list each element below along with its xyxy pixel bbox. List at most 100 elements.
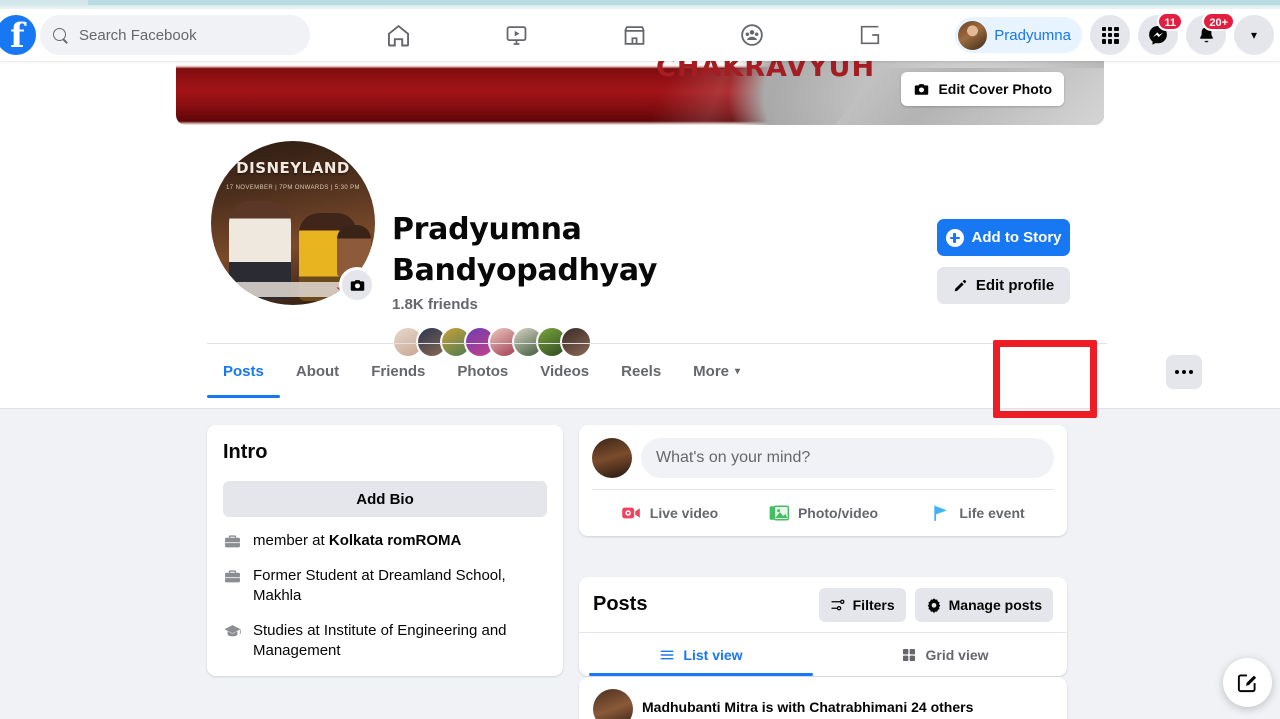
avatar[interactable] [593,689,633,719]
posts-title: Posts [593,593,648,615]
intro-card: Intro Add Bio member at Kolkata romROMA [207,425,563,676]
tab-reels[interactable]: Reels [605,345,677,398]
profile-picture[interactable]: DISNEYLAND 17 NOVEMBER | 7PM ONWARDS | 5… [207,137,379,309]
search-placeholder: Search Facebook [79,26,197,44]
tab-posts[interactable]: Posts [207,345,280,398]
messenger-badge: 11 [1157,12,1183,31]
menu-dots [1101,26,1119,44]
search-icon [52,27,69,44]
profile-tabs: Posts About Friends Photos Videos Reels … [207,343,1202,398]
filters-button[interactable]: Filters [818,587,906,622]
list-item: Former Student at Dreamland School, Makh… [223,566,547,606]
watch-icon[interactable] [494,15,540,55]
messenger-icon[interactable]: 11 [1138,12,1183,55]
tab-more[interactable]: More ▾ [677,345,756,398]
groups-icon[interactable] [729,15,775,55]
profile-identity: Pradyumna Bandyopadhyay 1.8K friends [392,209,658,358]
add-bio-label: Add Bio [356,490,414,508]
sliders-icon [830,599,845,610]
live-video-icon [621,507,640,519]
tab-label: Friends [371,363,426,380]
grid-icon [903,648,916,661]
account-name-label: Pradyumna [994,26,1071,44]
post-composer-card: What's on your mind? Live video Photo/vi… [579,425,1067,536]
live-video-label: Live video [649,505,719,521]
tab-videos[interactable]: Videos [524,345,605,398]
list-item-text: Studies at Institute of Engineering and … [253,621,547,661]
live-video-button[interactable]: Live video [592,502,746,524]
manage-posts-button[interactable]: Manage posts [914,587,1053,622]
photo-video-button[interactable]: Photo/video [746,502,900,524]
camera-icon [350,279,364,291]
list-item: Studies at Institute of Engineering and … [223,621,547,661]
composer-placeholder: What's on your mind? [656,449,811,466]
marketplace-icon[interactable] [612,15,658,55]
account-menu-caret-icon[interactable]: ▾ [1234,15,1274,55]
page-title: Pradyumna Bandyopadhyay [392,212,658,288]
add-to-story-button[interactable]: Add to Story [937,219,1070,256]
life-event-label: Life event [959,505,1025,521]
facebook-logo-icon[interactable] [0,15,36,55]
search-input[interactable]: Search Facebook [40,15,310,55]
ellipsis-icon [1189,370,1193,374]
gear-icon [927,597,940,613]
primary-nav-icons [340,15,929,55]
camera-icon [915,83,929,95]
profile-photo-subtitle: 17 NOVEMBER | 7PM ONWARDS | 5:30 PM [226,185,360,191]
topbar-right-controls: Pradyumna 11 20+ ▾ [955,12,1274,55]
tab-label: Photos [457,363,509,380]
manage-posts-label: Manage posts [948,596,1042,613]
tab-friends[interactable]: Friends [355,345,441,398]
list-item: member at Kolkata romROMA [223,531,547,551]
grid-view-label: Grid view [925,646,989,663]
notifications-icon[interactable]: 20+ [1186,12,1235,55]
photo-video-icon [769,505,790,521]
whats-on-your-mind-input[interactable]: What's on your mind? [641,438,1054,478]
ellipsis-icon [1175,370,1179,374]
filters-label: Filters [852,596,895,613]
add-to-story-label: Add to Story [971,229,1062,246]
life-event-button[interactable]: Life event [900,502,1054,524]
composer-row: What's on your mind? [592,438,1054,478]
first-post-preview[interactable]: Madhubanti Mitra is with Chatrabhimani 2… [579,677,1067,719]
tab-label: Posts [223,363,264,380]
intro-prefix: Studies at [253,622,324,639]
intro-title: Intro [223,441,268,463]
ellipsis-icon [1182,370,1186,374]
browser-chrome-strip [0,0,1280,9]
gaming-icon[interactable] [847,15,893,55]
edit-profile-button[interactable]: Edit profile [937,267,1070,304]
graduation-cap-icon [224,625,241,637]
flag-icon [934,505,947,521]
photo-video-label: Photo/video [797,505,879,521]
list-icon [660,650,674,659]
account-profile-chip[interactable]: Pradyumna [955,17,1082,53]
tab-list-view[interactable]: List view [579,633,823,676]
compose-floating-button[interactable] [1223,658,1272,707]
cover-photo[interactable]: CHAKRAVYUH Edit Cover Photo [176,61,1104,125]
home-icon[interactable] [376,15,422,55]
tab-about[interactable]: About [280,345,355,398]
post-author-line: Madhubanti Mitra is with Chatrabhimani 2… [642,699,974,715]
avatar[interactable] [592,438,632,478]
grid-menu-icon[interactable] [1090,15,1130,55]
list-item-text: member at Kolkata romROMA [253,531,461,551]
more-options-button[interactable] [1166,355,1202,389]
tab-label: About [295,363,340,380]
intro-bold[interactable]: Kolkata romROMA [329,532,462,549]
tab-photos[interactable]: Photos [441,345,524,398]
tab-label: Videos [540,363,590,380]
friends-count[interactable]: 1.8K friends [392,296,642,313]
cover-photo-title: CHAKRAVYUH [656,61,876,83]
composer-actions: Live video Photo/video Life event [592,489,1054,536]
add-bio-button[interactable]: Add Bio [223,481,547,517]
tab-grid-view[interactable]: Grid view [823,633,1067,676]
profile-content-area: Intro Add Bio member at Kolkata romROMA [0,409,1280,719]
pencil-icon [954,279,966,292]
edit-cover-photo-button[interactable]: Edit Cover Photo [901,72,1064,106]
intro-prefix: member at [253,532,329,549]
edit-profile-picture-button[interactable] [339,267,375,303]
profile-action-buttons: Add to Story Edit profile [937,219,1070,304]
avatar [958,20,988,50]
briefcase-icon [225,535,240,548]
